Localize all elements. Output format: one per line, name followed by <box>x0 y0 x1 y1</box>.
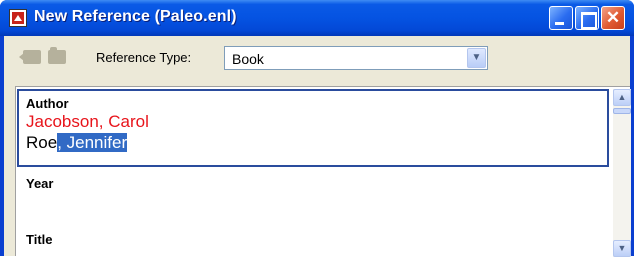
vertical-scrollbar[interactable]: ▲ ▼ <box>613 89 631 257</box>
endnote-app-icon[interactable] <box>9 9 27 27</box>
scroll-down-icon[interactable]: ▼ <box>613 240 631 257</box>
maximize-button[interactable] <box>575 6 599 30</box>
reference-fields-panel: Author Jacobson, Carol Roe, Jennifer Yea… <box>15 86 631 257</box>
window-body: Reference Type: Book ▼ Author Jacobson, … <box>4 36 631 257</box>
toolbar: Reference Type: Book ▼ <box>4 36 630 80</box>
close-button[interactable]: ✕ <box>601 6 625 30</box>
chevron-down-icon[interactable]: ▼ <box>467 48 486 68</box>
scroll-thumb[interactable] <box>613 108 631 114</box>
title-bar[interactable]: New Reference (Paleo.enl) ✕ <box>0 0 634 36</box>
window-title: New Reference (Paleo.enl) <box>34 8 237 25</box>
reference-type-value: Book <box>232 51 264 67</box>
author-entry[interactable]: Roe, Jennifer <box>26 133 128 153</box>
minimize-button[interactable] <box>549 6 573 30</box>
selected-text: , Jennifer <box>57 133 128 152</box>
reference-type-label: Reference Type: <box>96 50 192 65</box>
year-label: Year <box>26 176 54 191</box>
close-icon: ✕ <box>605 8 621 27</box>
author-field[interactable]: Author Jacobson, Carol Roe, Jennifer <box>17 89 609 167</box>
new-reference-window: New Reference (Paleo.enl) ✕ Reference Ty… <box>0 0 634 257</box>
back-arrow-icon[interactable] <box>19 50 41 64</box>
title-label: Title <box>26 232 53 247</box>
author-entry[interactable]: Jacobson, Carol <box>26 112 149 132</box>
scroll-up-icon[interactable]: ▲ <box>613 89 631 106</box>
folder-icon[interactable] <box>48 47 66 64</box>
author-label: Author <box>26 96 69 111</box>
reference-type-select[interactable]: Book ▼ <box>224 46 488 70</box>
author-entry-text: Roe <box>26 133 58 152</box>
